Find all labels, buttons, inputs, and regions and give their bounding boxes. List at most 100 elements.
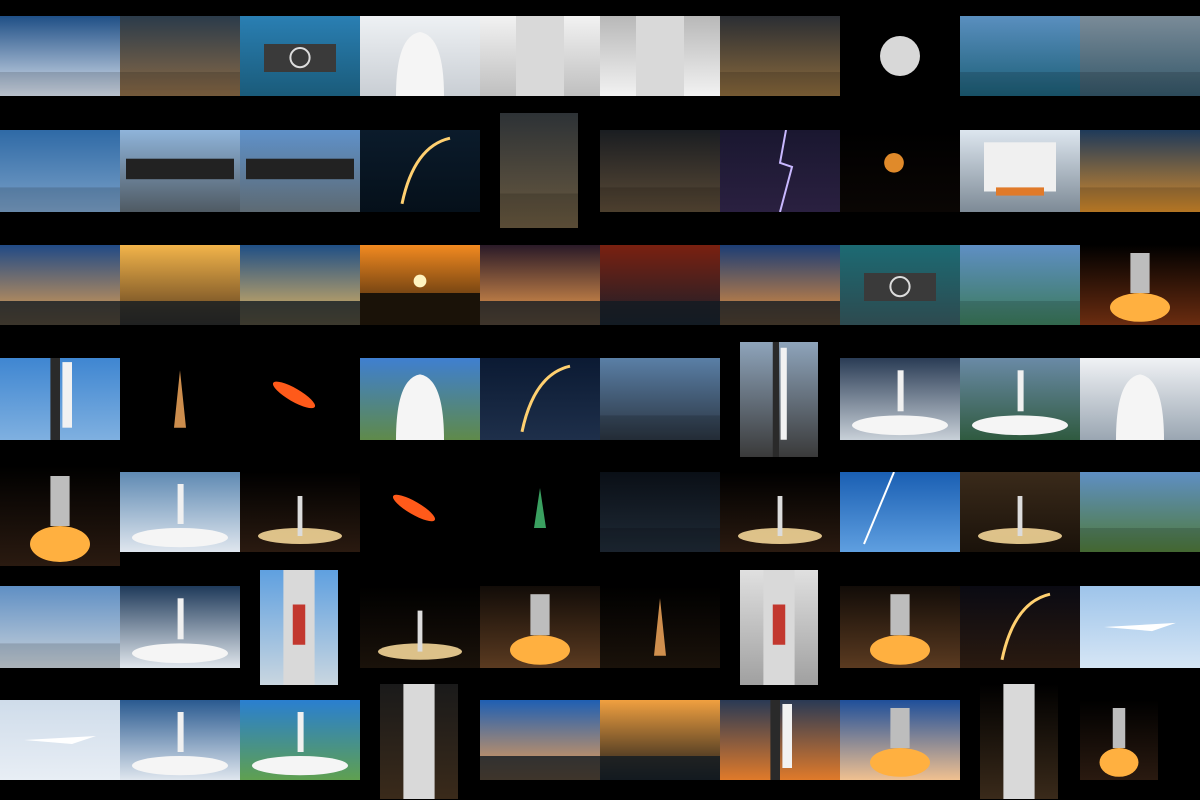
- photo-tile-liftoff-smoke: [120, 472, 240, 552]
- photo-image: [960, 130, 1080, 212]
- photo-tile-night-launch-wide: [240, 472, 360, 552]
- photo-image: [120, 245, 240, 325]
- photo-tile-structure: [600, 358, 720, 440]
- photo-image: [260, 570, 338, 685]
- photo-tile-sunset: [720, 245, 840, 325]
- photo-image: [0, 245, 120, 325]
- photo-image: [500, 113, 578, 228]
- photo-tile-nasa-rocket: [740, 570, 818, 685]
- photo-image: [1080, 586, 1200, 668]
- photo-image: [600, 472, 720, 552]
- photo-tile-nasa-rocket: [260, 570, 338, 685]
- photo-tile-green-plume: [480, 472, 600, 552]
- photo-tile-water-salute: [0, 130, 120, 212]
- photo-tile-liftoff-night: [0, 466, 120, 566]
- photo-image: [120, 586, 240, 668]
- photo-image: [0, 466, 120, 566]
- photo-tile-dawn: [480, 700, 600, 780]
- photo-image: [480, 16, 600, 96]
- photo-image: [120, 358, 240, 440]
- photo-tile-tower-fire: [720, 700, 840, 780]
- photo-image: [1080, 16, 1200, 96]
- photo-tile-engine-fire: [1080, 245, 1200, 325]
- photo-tile-sun: [360, 245, 480, 325]
- photo-image: [720, 700, 840, 780]
- photo-image: [1080, 130, 1200, 212]
- photo-tile-contrail: [840, 472, 960, 552]
- photo-image: [960, 245, 1080, 325]
- photo-tile-capsule-tower: [360, 16, 480, 96]
- photo-image: [600, 130, 720, 212]
- photo-image: [600, 358, 720, 440]
- photo-tile-liftoff-smoke: [120, 586, 240, 668]
- photo-image: [840, 16, 960, 96]
- photo-tile-night-launch: [120, 358, 240, 440]
- photo-tile-lightning: [720, 130, 840, 212]
- photo-image: [600, 700, 720, 780]
- photo-tile-harbor: [960, 245, 1080, 325]
- photo-image: [720, 472, 840, 552]
- photo-tile-dragon-capsule: [360, 358, 480, 440]
- photo-image: [240, 358, 360, 440]
- photo-image: [600, 586, 720, 668]
- photo-image: [1080, 245, 1200, 325]
- photo-image: [960, 358, 1080, 440]
- photo-image: [720, 130, 840, 212]
- photo-image: [840, 472, 960, 552]
- photo-image: [480, 700, 600, 780]
- photo-image: [840, 130, 960, 212]
- photo-image: [0, 358, 120, 440]
- photo-tile-launch-glow: [960, 472, 1080, 552]
- photo-image: [360, 472, 480, 552]
- photo-tile-hangar: [500, 113, 578, 228]
- photo-image: [840, 245, 960, 325]
- photo-tile-booster-transport: [120, 130, 240, 212]
- photo-image: [480, 358, 600, 440]
- photo-tile-liftoff-smoke: [120, 700, 240, 780]
- photo-tile-ships: [960, 16, 1080, 96]
- photo-tile-drone-ship: [240, 16, 360, 96]
- photo-tile-hangar: [600, 130, 720, 212]
- photo-image: [120, 130, 240, 212]
- photo-image: [980, 684, 1058, 799]
- photo-tile-sunset: [480, 245, 600, 325]
- photo-image: [360, 358, 480, 440]
- photo-tile-landing-pad: [840, 245, 960, 325]
- photo-tile-tower-rocket: [0, 358, 120, 440]
- photo-tile-sunset: [120, 245, 240, 325]
- photo-image: [840, 700, 960, 780]
- photo-tile-engine-fire: [480, 586, 600, 668]
- photo-tile-night-launch-wide: [720, 472, 840, 552]
- photo-tile-jet: [0, 700, 120, 780]
- photo-image: [0, 586, 120, 668]
- photo-image: [480, 586, 600, 668]
- photo-image: [840, 586, 960, 668]
- photo-tile-rocket-body: [480, 16, 600, 96]
- photo-image: [0, 130, 120, 212]
- photo-image: [0, 700, 120, 780]
- photo-tile-launch-tower: [740, 342, 818, 457]
- photo-tile-booster-transport: [240, 130, 360, 212]
- photo-tile-reentry: [360, 472, 480, 552]
- photo-image: [360, 130, 480, 212]
- photo-tile-rocket-body: [600, 16, 720, 96]
- photo-tile-cloud: [0, 16, 120, 96]
- photo-tile-launch-arc: [480, 358, 600, 440]
- photo-tile-launch-arc: [360, 130, 480, 212]
- photo-image: [1080, 700, 1158, 780]
- photo-image: [240, 130, 360, 212]
- photo-tile-vab: [960, 130, 1080, 212]
- photo-tile-engine-fire: [840, 586, 960, 668]
- photo-image: [600, 16, 720, 96]
- photo-image: [740, 570, 818, 685]
- photo-tile-pad-night: [600, 472, 720, 552]
- photo-tile-sunset: [0, 245, 120, 325]
- photo-collage-grid: [0, 0, 1200, 800]
- photo-tile-landing-pad-booster: [120, 16, 240, 96]
- photo-image: [960, 16, 1080, 96]
- photo-tile-liftoff-smoke: [240, 700, 360, 780]
- photo-tile-night-launch: [600, 586, 720, 668]
- photo-image: [120, 16, 240, 96]
- photo-image: [840, 358, 960, 440]
- photo-image: [960, 472, 1080, 552]
